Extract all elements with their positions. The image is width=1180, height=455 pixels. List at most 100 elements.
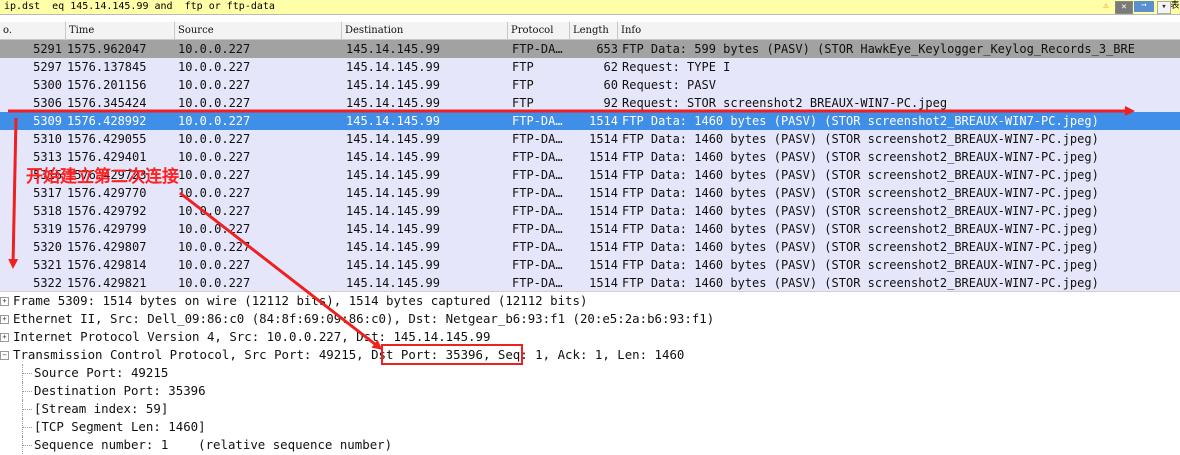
packet-cell-len: 1514	[589, 204, 618, 218]
packet-cell-info: FTP Data: 599 bytes (PASV) (STOR HawkEye…	[622, 42, 1135, 56]
packet-cell-proto: FTP-DA…	[512, 114, 563, 128]
column-header-protocol[interactable]: Protocol	[508, 22, 570, 39]
arrow-right-icon[interactable]: ➞	[1134, 1, 1154, 12]
column-header-no[interactable]: o.	[0, 22, 66, 39]
expand-icon[interactable]: +	[0, 315, 9, 324]
packet-cell-no: 5318	[33, 204, 62, 218]
detail-field[interactable]: Source Port: 49215	[0, 364, 1180, 382]
tree-connector	[22, 436, 32, 454]
packet-cell-no: 5322	[33, 276, 62, 290]
packet-cell-info: FTP Data: 1460 bytes (PASV) (STOR screen…	[622, 114, 1099, 128]
packet-cell-proto: FTP	[512, 60, 534, 74]
detail-field[interactable]: [TCP Segment Len: 1460]	[0, 418, 1180, 436]
packet-cell-info: FTP Data: 1460 bytes (PASV) (STOR screen…	[622, 222, 1099, 236]
detail-text: [Stream index: 59]	[34, 401, 169, 416]
detail-tree-item[interactable]: − Transmission Control Protocol, Src Port…	[0, 346, 1180, 364]
packet-row[interactable]: 5322 1576.429821 10.0.0.227 145.14.145.99 FT…	[0, 274, 1180, 292]
packet-cell-dst: 145.14.145.99	[346, 276, 440, 290]
packet-cell-info: FTP Data: 1460 bytes (PASV) (STOR screen…	[622, 150, 1099, 164]
packet-list-header: o. Time Source Destination Protocol Leng…	[0, 22, 1180, 40]
column-header-source[interactable]: Source	[175, 22, 342, 39]
packet-cell-no: 5309	[33, 114, 62, 128]
packet-cell-len: 1514	[589, 150, 618, 164]
packet-cell-src: 10.0.0.227	[178, 222, 251, 236]
packet-row[interactable]: 5319 1576.429799 10.0.0.227 145.14.145.99 FT…	[0, 220, 1180, 238]
packet-cell-len: 62	[603, 60, 618, 74]
collapse-icon[interactable]: −	[0, 351, 9, 360]
display-filter-bar[interactable]: ip.dst eq 145.14.145.99 and ftp or ftp-d…	[0, 0, 1180, 15]
clear-x-icon[interactable]: ✕	[1115, 1, 1133, 14]
packet-cell-src: 10.0.0.227	[178, 96, 251, 110]
packet-row[interactable]: 5297 1576.137845 10.0.0.227 145.14.145.99 FT…	[0, 58, 1180, 76]
packet-row[interactable]: 5321 1576.429814 10.0.0.227 145.14.145.99 FT…	[0, 256, 1180, 274]
packet-cell-src: 10.0.0.227	[178, 258, 251, 272]
chevron-down-icon[interactable]: ▾	[1157, 1, 1171, 14]
packet-cell-dst: 145.14.145.99	[346, 60, 440, 74]
packet-cell-info: Request: STOR screenshot2_BREAUX-WIN7-PC…	[622, 96, 948, 110]
packet-cell-src: 10.0.0.227	[178, 276, 251, 290]
display-filter-input[interactable]: ip.dst eq 145.14.145.99 and ftp or ftp-d…	[4, 0, 275, 14]
packet-row[interactable]: 5300 1576.201156 10.0.0.227 145.14.145.99 FT…	[0, 76, 1180, 94]
packet-cell-proto: FTP	[512, 96, 534, 110]
packet-cell-len: 653	[596, 42, 618, 56]
packet-cell-dst: 145.14.145.99	[346, 150, 440, 164]
column-header-info[interactable]: Info	[618, 22, 1180, 39]
packet-cell-len: 1514	[589, 132, 618, 146]
packet-cell-src: 10.0.0.227	[178, 60, 251, 74]
packet-cell-proto: FTP-DA…	[512, 222, 563, 236]
packet-cell-dst: 145.14.145.99	[346, 186, 440, 200]
detail-tree-item[interactable]: + Frame 5309: 1514 bytes on wire (12112 b…	[0, 292, 1180, 310]
packet-cell-src: 10.0.0.227	[178, 42, 251, 56]
packet-cell-src: 10.0.0.227	[178, 240, 251, 254]
expand-icon[interactable]: +	[0, 333, 9, 342]
packet-row[interactable]: 5291 1575.962047 10.0.0.227 145.14.145.99 FT…	[0, 40, 1180, 58]
detail-tree-item[interactable]: + Ethernet II, Src: Dell_09:86:c0 (84:8f:…	[0, 310, 1180, 328]
packet-cell-no: 5320	[33, 240, 62, 254]
warning-icon: ⚠	[1103, 1, 1109, 11]
packet-cell-dst: 145.14.145.99	[346, 258, 440, 272]
packet-cell-info: FTP Data: 1460 bytes (PASV) (STOR screen…	[622, 132, 1099, 146]
packet-cell-proto: FTP-DA…	[512, 150, 563, 164]
packet-cell-time: 1576.137845	[67, 60, 147, 74]
packet-cell-dst: 145.14.145.99	[346, 78, 440, 92]
packet-cell-no: 5297	[33, 60, 62, 74]
packet-cell-proto: FTP-DA…	[512, 132, 563, 146]
packet-cell-time: 1575.962047	[67, 42, 147, 56]
expression-button[interactable]: 表	[1170, 1, 1180, 12]
packet-cell-len: 1514	[589, 222, 618, 236]
detail-field[interactable]: Sequence number: 1 (relative sequence nu…	[0, 436, 1180, 454]
packet-cell-dst: 145.14.145.99	[346, 42, 440, 56]
packet-cell-dst: 145.14.145.99	[346, 96, 440, 110]
packet-cell-no: 5291	[33, 42, 62, 56]
packet-cell-info: FTP Data: 1460 bytes (PASV) (STOR screen…	[622, 240, 1099, 254]
packet-row-selected[interactable]: 5309 1576.428992 10.0.0.227 145.14.145.99 FT…	[0, 112, 1180, 130]
column-header-time[interactable]: Time	[66, 22, 175, 39]
packet-cell-proto: FTP-DA…	[512, 258, 563, 272]
packet-cell-proto: FTP-DA…	[512, 168, 563, 182]
packet-cell-len: 1514	[589, 276, 618, 290]
detail-tree-item[interactable]: + Internet Protocol Version 4, Src: 10.0.…	[0, 328, 1180, 346]
packet-cell-proto: FTP-DA…	[512, 240, 563, 254]
expand-icon[interactable]: +	[0, 297, 9, 306]
packet-row[interactable]: 5320 1576.429807 10.0.0.227 145.14.145.99 FT…	[0, 238, 1180, 256]
packet-cell-time: 1576.345424	[67, 96, 147, 110]
packet-row[interactable]: 5306 1576.345424 10.0.0.227 145.14.145.99 FT…	[0, 94, 1180, 112]
packet-cell-proto: FTP	[512, 78, 534, 92]
detail-field[interactable]: [Stream index: 59]	[0, 400, 1180, 418]
packet-row[interactable]: 5318 1576.429792 10.0.0.227 145.14.145.99 FT…	[0, 202, 1180, 220]
column-header-destination[interactable]: Destination	[342, 22, 508, 39]
tree-connector	[22, 382, 32, 400]
packet-cell-len: 1514	[589, 168, 618, 182]
packet-cell-len: 1514	[589, 114, 618, 128]
column-header-length[interactable]: Length	[570, 22, 618, 39]
packet-row[interactable]: 5310 1576.429055 10.0.0.227 145.14.145.99 FT…	[0, 130, 1180, 148]
detail-text: Destination Port: 35396	[34, 383, 206, 398]
packet-cell-time: 1576.429814	[67, 258, 147, 272]
detail-field[interactable]: Destination Port: 35396	[0, 382, 1180, 400]
packet-cell-len: 1514	[589, 258, 618, 272]
detail-text: [TCP Segment Len: 1460]	[34, 419, 206, 434]
packet-cell-time: 1576.429792	[67, 204, 147, 218]
packet-cell-len: 92	[603, 96, 618, 110]
packet-cell-src: 10.0.0.227	[178, 114, 251, 128]
packet-cell-src: 10.0.0.227	[178, 150, 251, 164]
